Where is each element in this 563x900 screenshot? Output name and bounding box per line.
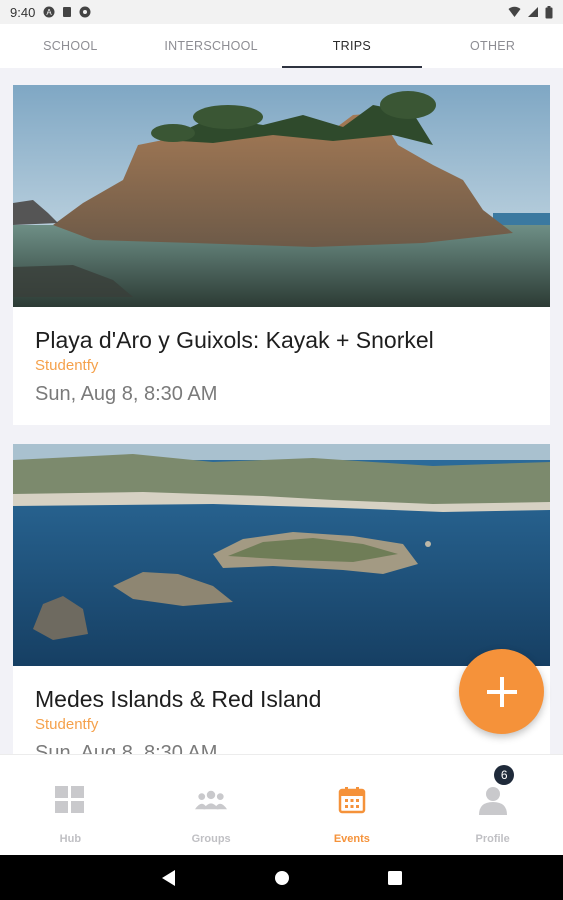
- notification-badge: 6: [494, 765, 515, 785]
- nav-hub[interactable]: Hub: [0, 755, 141, 855]
- svg-text:A: A: [47, 8, 53, 17]
- system-status-icons: [508, 5, 553, 19]
- people-icon: [195, 785, 228, 815]
- battery-icon: [545, 5, 553, 18]
- category-tabs: SCHOOL INTERSCHOOL TRIPS OTHER: [0, 24, 563, 68]
- tab-other[interactable]: OTHER: [422, 24, 563, 68]
- nav-events-label: Events: [333, 833, 370, 845]
- back-icon[interactable]: [161, 869, 176, 886]
- event-date: Sun, Aug 8, 8:30 AM: [35, 742, 218, 754]
- event-title: Medes Islands & Red Island: [35, 686, 322, 712]
- bottom-navigation: Hub Groups Events 6 Profile: [0, 754, 563, 855]
- tab-trips[interactable]: TRIPS: [281, 24, 423, 68]
- event-organizer: Studentfy: [35, 716, 99, 733]
- notification-app-icon: [79, 6, 91, 18]
- system-navigation-bar: [0, 855, 563, 900]
- tab-interschool[interactable]: INTERSCHOOL: [141, 24, 282, 68]
- nav-profile-label: Profile: [475, 833, 510, 845]
- calendar-icon: [336, 785, 368, 815]
- sim-card-icon: [63, 7, 72, 17]
- events-list[interactable]: Playa d'Aro y Guixols: Kayak + Snorkel S…: [0, 68, 563, 754]
- event-date: Sun, Aug 8, 8:30 AM: [35, 383, 218, 405]
- nav-profile[interactable]: 6 Profile: [422, 755, 563, 855]
- add-event-button[interactable]: [459, 649, 544, 734]
- grid-icon: [54, 785, 86, 815]
- nav-groups-label: Groups: [191, 833, 231, 845]
- signal-icon: [528, 7, 538, 17]
- event-title: Playa d'Aro y Guixols: Kayak + Snorkel: [35, 327, 434, 353]
- status-time: 9:40: [10, 4, 36, 20]
- nav-hub-label: Hub: [59, 833, 82, 845]
- event-image-islands: [13, 444, 550, 666]
- wifi-icon: [508, 6, 521, 17]
- notification-icons: A: [43, 6, 91, 18]
- event-image-coastal-rock: [13, 85, 550, 307]
- event-organizer: Studentfy: [35, 357, 99, 374]
- person-icon: [477, 785, 509, 815]
- nav-events[interactable]: Events: [282, 755, 423, 855]
- home-icon[interactable]: [274, 870, 290, 886]
- tab-school[interactable]: SCHOOL: [0, 24, 141, 68]
- event-card[interactable]: Playa d'Aro y Guixols: Kayak + Snorkel S…: [13, 85, 550, 425]
- plus-icon: [486, 676, 517, 707]
- recents-icon[interactable]: [387, 870, 402, 885]
- nav-groups[interactable]: Groups: [141, 755, 282, 855]
- notification-a-icon: A: [43, 6, 55, 18]
- status-bar: 9:40 A: [0, 0, 563, 24]
